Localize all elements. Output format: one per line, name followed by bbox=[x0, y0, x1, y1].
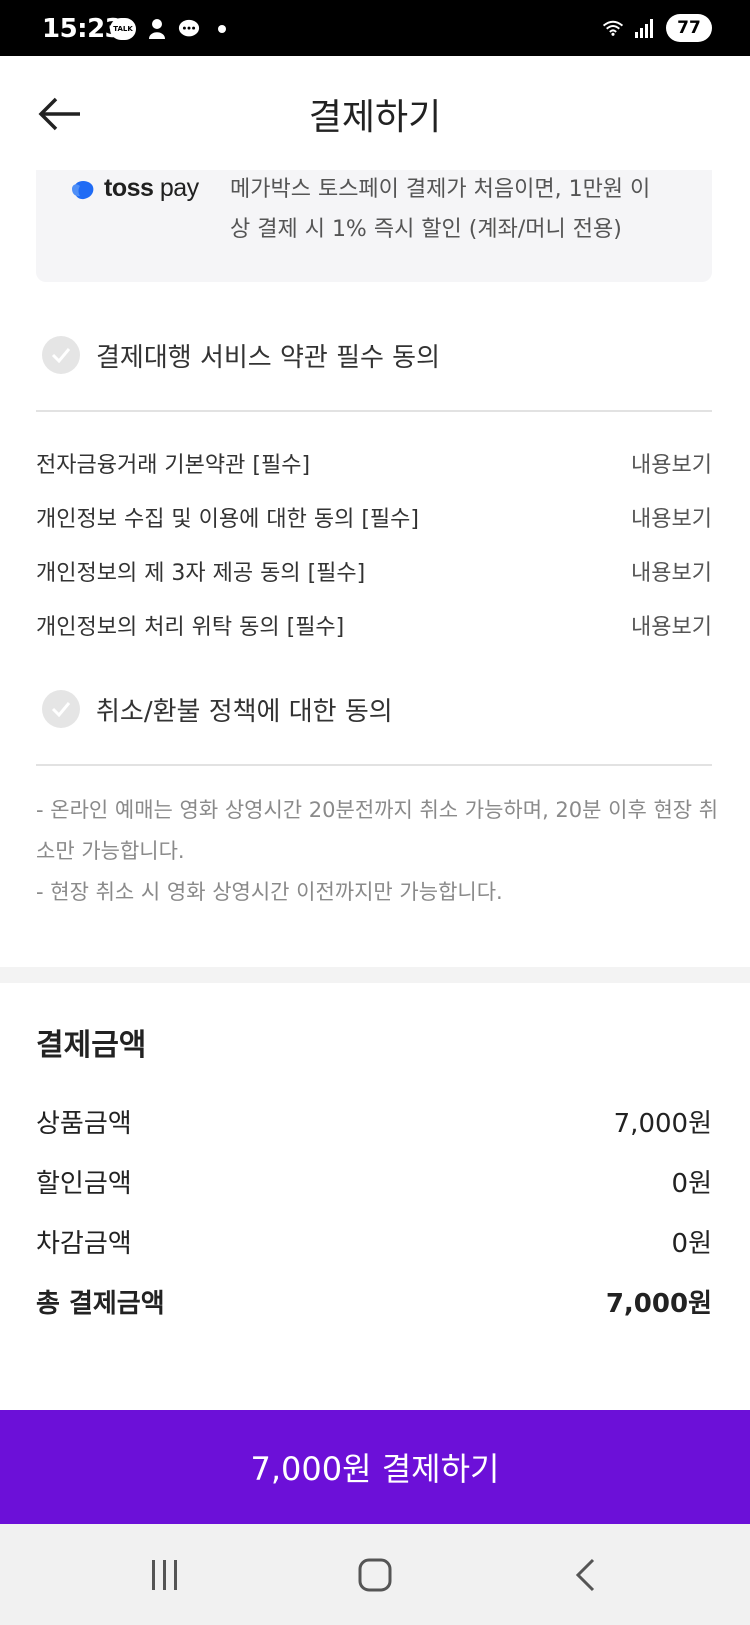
checkbox-payment-service[interactable] bbox=[42, 336, 80, 374]
toss-logo-bold: toss bbox=[104, 174, 154, 202]
payment-row: 차감금액 0원 bbox=[36, 1211, 712, 1271]
view-terms-link[interactable]: 내용보기 bbox=[631, 609, 712, 641]
check-icon bbox=[51, 348, 71, 363]
term-label: 개인정보 수집 및 이용에 대한 동의 [필수] bbox=[36, 507, 419, 532]
payment-service-label: 결제대행 서비스 약관 필수 동의 bbox=[96, 342, 441, 373]
term-row: 개인정보의 제 3자 제공 동의 [필수] 내용보기 bbox=[36, 544, 712, 598]
back-icon bbox=[575, 1558, 595, 1592]
view-terms-link[interactable]: 내용보기 bbox=[631, 555, 712, 587]
refund-policy-agreement[interactable]: 취소/환불 정책에 대한 동의 bbox=[42, 690, 393, 728]
home-icon bbox=[358, 1558, 392, 1592]
checkbox-refund-policy[interactable] bbox=[42, 690, 80, 728]
payment-row-value: 7,000원 bbox=[613, 1108, 712, 1139]
policy-line: - 현장 취소 시 영화 상영시간 이전까지만 가능합니다. bbox=[36, 880, 503, 904]
app-header: 결제하기 bbox=[0, 56, 750, 166]
term-row: 전자금융거래 기본약관 [필수] 내용보기 bbox=[36, 436, 712, 490]
toss-pay-promo: toss pay 메가박스 토스페이 결제가 처음이면, 1만원 이상 결제 시… bbox=[36, 170, 712, 282]
term-row: 개인정보의 처리 위탁 동의 [필수] 내용보기 bbox=[36, 598, 712, 652]
policy-line: - 온라인 예매는 영화 상영시간 20분전까지 취소 가능하며, 20분 이후… bbox=[36, 798, 719, 863]
wifi-icon bbox=[602, 17, 624, 39]
pay-button[interactable]: 7,000원 결제하기 bbox=[0, 1410, 750, 1524]
message-icon bbox=[178, 18, 200, 40]
system-nav-bar bbox=[0, 1524, 750, 1625]
system-back-button[interactable] bbox=[555, 1550, 615, 1600]
battery-indicator: 77 bbox=[666, 14, 712, 42]
payment-service-agreement[interactable]: 결제대행 서비스 약관 필수 동의 bbox=[42, 336, 440, 374]
home-button[interactable] bbox=[345, 1550, 405, 1600]
payment-summary: 상품금액 7,000원 할인금액 0원 차감금액 0원 총 결제금액 7,000… bbox=[36, 1091, 712, 1331]
refund-policy-notice: - 온라인 예매는 영화 상영시간 20분전까지 취소 가능하며, 20분 이후… bbox=[36, 790, 726, 913]
page-title: 결제하기 bbox=[308, 97, 442, 138]
toss-pay-logo: toss pay bbox=[70, 174, 199, 203]
divider bbox=[36, 764, 712, 766]
payment-total-row: 총 결제금액 7,000원 bbox=[36, 1271, 712, 1331]
notification-icons: TALK bbox=[110, 18, 226, 40]
view-terms-link[interactable]: 내용보기 bbox=[631, 501, 712, 533]
term-label: 전자금융거래 기본약관 [필수] bbox=[36, 453, 311, 478]
section-separator bbox=[0, 967, 750, 983]
payment-row: 상품금액 7,000원 bbox=[36, 1091, 712, 1151]
terms-list: 전자금융거래 기본약관 [필수] 내용보기 개인정보 수집 및 이용에 대한 동… bbox=[36, 436, 712, 652]
divider bbox=[36, 410, 712, 412]
payment-row-label: 차감금액 bbox=[36, 1228, 132, 1259]
payment-row-label: 할인금액 bbox=[36, 1168, 132, 1199]
payment-row: 할인금액 0원 bbox=[36, 1151, 712, 1211]
payment-total-value: 7,000원 bbox=[605, 1288, 712, 1319]
toss-logo-light: pay bbox=[153, 174, 199, 202]
payment-row-value: 0원 bbox=[671, 1228, 712, 1259]
recent-apps-button[interactable] bbox=[135, 1550, 195, 1600]
app-notification-icon bbox=[146, 18, 168, 40]
refund-policy-label: 취소/환불 정책에 대한 동의 bbox=[96, 696, 393, 727]
status-bar: 15:23 TALK 77 bbox=[0, 0, 750, 56]
payment-total-label: 총 결제금액 bbox=[36, 1288, 165, 1319]
signal-icon bbox=[634, 17, 656, 39]
kakaotalk-icon: TALK bbox=[110, 18, 136, 40]
view-terms-link[interactable]: 내용보기 bbox=[631, 447, 712, 479]
check-icon bbox=[51, 702, 71, 717]
term-label: 개인정보의 처리 위탁 동의 [필수] bbox=[36, 615, 345, 640]
payment-row-value: 0원 bbox=[671, 1168, 712, 1199]
toss-logo-icon bbox=[72, 180, 94, 199]
recent-apps-icon bbox=[152, 1560, 177, 1590]
payment-summary-title: 결제금액 bbox=[36, 1028, 147, 1063]
term-label: 개인정보의 제 3자 제공 동의 [필수] bbox=[36, 561, 366, 586]
system-icons: 77 bbox=[602, 14, 712, 42]
toss-promo-text: 메가박스 토스페이 결제가 처음이면, 1만원 이상 결제 시 1% 즉시 할인… bbox=[230, 177, 651, 242]
more-notifications-dot bbox=[218, 25, 226, 33]
term-row: 개인정보 수집 및 이용에 대한 동의 [필수] 내용보기 bbox=[36, 490, 712, 544]
payment-row-label: 상품금액 bbox=[36, 1108, 132, 1139]
